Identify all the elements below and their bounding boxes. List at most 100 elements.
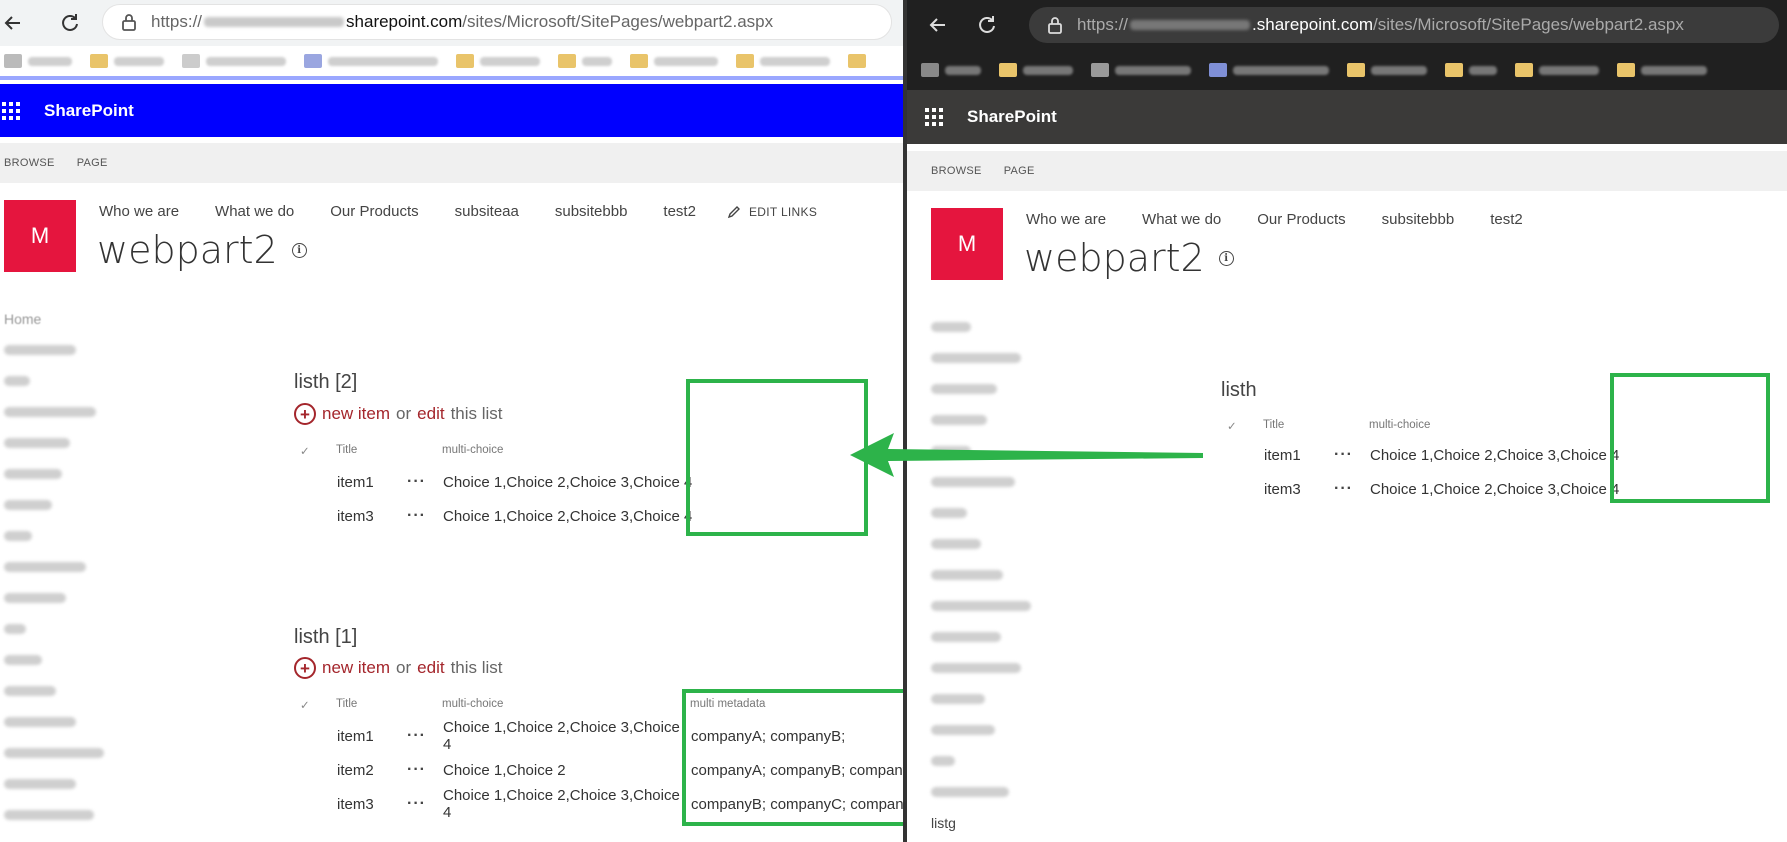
suite-brand[interactable]: SharePoint	[44, 101, 134, 121]
quicklaunch-item[interactable]	[4, 551, 104, 582]
row-title[interactable]: item3	[337, 796, 407, 813]
info-icon[interactable]: i	[291, 242, 307, 258]
topnav-item[interactable]: Our Products	[330, 203, 418, 220]
column-header-multi-choice[interactable]: multi-choice	[1369, 419, 1430, 433]
ellipsis-icon[interactable]: ···	[1334, 446, 1370, 464]
ellipsis-icon[interactable]: ···	[407, 795, 443, 813]
quicklaunch-item[interactable]	[4, 582, 104, 613]
ribbon-tab-browse[interactable]: BROWSE	[931, 165, 982, 177]
quicklaunch-item[interactable]	[931, 311, 1031, 342]
checkmark-icon[interactable]: ✓	[1227, 419, 1263, 433]
ribbon-tab-browse[interactable]: BROWSE	[4, 157, 55, 169]
ellipsis-icon[interactable]: ···	[407, 507, 443, 525]
quicklaunch-item[interactable]	[931, 497, 1031, 528]
bookmark[interactable]	[456, 54, 540, 68]
quicklaunch-item[interactable]	[931, 590, 1031, 621]
ellipsis-icon[interactable]: ···	[1334, 480, 1370, 498]
bookmark[interactable]	[736, 54, 830, 68]
bookmark[interactable]	[848, 54, 866, 68]
bookmark[interactable]	[1091, 63, 1191, 77]
quicklaunch-item[interactable]	[4, 675, 104, 706]
bookmark[interactable]	[182, 54, 286, 68]
quicklaunch-item[interactable]	[4, 520, 104, 551]
topnav-item[interactable]: Our Products	[1257, 211, 1345, 228]
site-logo[interactable]: M	[4, 200, 76, 272]
row-title[interactable]: item1	[337, 474, 407, 491]
topnav-item[interactable]: Who we are	[99, 203, 179, 220]
checkmark-icon[interactable]: ✓	[300, 698, 336, 712]
topnav-item[interactable]: subsitebbb	[555, 203, 628, 220]
table-row[interactable]: item3 ··· Choice 1,Choice 2,Choice 3,Cho…	[337, 501, 692, 531]
quicklaunch-item[interactable]	[4, 613, 104, 644]
quicklaunch-item[interactable]	[4, 396, 104, 427]
ellipsis-icon[interactable]: ···	[407, 473, 443, 491]
webpart-title[interactable]: listh	[1221, 379, 1257, 402]
ellipsis-icon[interactable]: ···	[407, 761, 443, 779]
quicklaunch-item[interactable]	[4, 768, 104, 799]
row-title[interactable]: item3	[1264, 481, 1334, 498]
quicklaunch-item[interactable]	[4, 799, 104, 830]
column-header-title[interactable]: Title	[1263, 419, 1369, 433]
quicklaunch-item[interactable]	[931, 621, 1031, 652]
bookmark[interactable]	[999, 63, 1073, 77]
row-title[interactable]: item1	[337, 728, 407, 745]
column-header-title[interactable]: Title	[336, 698, 442, 712]
quicklaunch-item[interactable]	[4, 706, 104, 737]
quicklaunch-item[interactable]	[4, 427, 104, 458]
quicklaunch-item-home[interactable]: Home	[4, 303, 104, 334]
topnav-item[interactable]: What we do	[1142, 211, 1221, 228]
column-header-title[interactable]: Title	[336, 444, 442, 458]
bookmark[interactable]	[1347, 63, 1427, 77]
new-item-link[interactable]: new item	[322, 404, 390, 424]
quicklaunch-item[interactable]	[931, 528, 1031, 559]
bookmark[interactable]	[90, 54, 164, 68]
refresh-button[interactable]	[56, 10, 82, 36]
checkmark-icon[interactable]: ✓	[300, 444, 336, 458]
quicklaunch-item[interactable]	[4, 334, 104, 365]
refresh-button[interactable]	[973, 12, 999, 38]
ribbon-tab-page[interactable]: PAGE	[1004, 165, 1035, 177]
quicklaunch-item[interactable]	[931, 776, 1031, 807]
quicklaunch-item[interactable]	[4, 365, 104, 396]
column-header-multi-choice[interactable]: multi-choice	[442, 698, 690, 712]
back-button[interactable]	[0, 10, 26, 36]
row-title[interactable]: item1	[1264, 447, 1334, 464]
quicklaunch-item[interactable]	[931, 652, 1031, 683]
plus-circle-icon[interactable]: +	[294, 403, 316, 425]
suite-brand[interactable]: SharePoint	[967, 107, 1057, 127]
quicklaunch-item[interactable]	[4, 458, 104, 489]
edit-link[interactable]: edit	[417, 404, 444, 424]
new-item-link[interactable]: new item	[322, 658, 390, 678]
quicklaunch-item[interactable]	[4, 644, 104, 675]
quicklaunch-item[interactable]	[931, 745, 1031, 776]
bookmark[interactable]	[4, 54, 72, 68]
table-row[interactable]: item1 ··· Choice 1,Choice 2,Choice 3,Cho…	[1264, 440, 1619, 470]
bookmark[interactable]	[1515, 63, 1599, 77]
row-title[interactable]: item2	[337, 762, 407, 779]
back-button[interactable]	[925, 12, 951, 38]
row-title[interactable]: item3	[337, 508, 407, 525]
waffle-icon[interactable]	[2, 101, 20, 120]
column-header-multi-choice[interactable]: multi-choice	[442, 444, 503, 458]
ribbon-tab-page[interactable]: PAGE	[77, 157, 108, 169]
right-url-bar[interactable]: https:// .sharepoint.com /sites/Microsof…	[1029, 7, 1779, 43]
quicklaunch-item[interactable]	[931, 342, 1031, 373]
webpart-title[interactable]: listh [1]	[294, 626, 357, 649]
site-logo[interactable]: M	[931, 208, 1003, 280]
quicklaunch-item[interactable]	[931, 373, 1031, 404]
topnav-item[interactable]: subsitebbb	[1382, 211, 1455, 228]
quicklaunch-item[interactable]	[4, 489, 104, 520]
quicklaunch-item-listg[interactable]: listg	[931, 807, 1031, 838]
bookmark[interactable]	[558, 54, 612, 68]
topnav-item[interactable]: subsiteaa	[455, 203, 519, 220]
bookmark[interactable]	[921, 63, 981, 77]
bookmark[interactable]	[630, 54, 718, 68]
edit-links-button[interactable]: EDIT LINKS	[727, 205, 817, 219]
ellipsis-icon[interactable]: ···	[407, 727, 443, 745]
left-url-bar[interactable]: https:// sharepoint.com /sites/Microsoft…	[102, 4, 892, 40]
bookmark[interactable]	[1209, 63, 1329, 77]
topnav-item[interactable]: Who we are	[1026, 211, 1106, 228]
quicklaunch-item[interactable]	[931, 683, 1031, 714]
bookmark[interactable]	[1445, 63, 1497, 77]
edit-link[interactable]: edit	[417, 658, 444, 678]
